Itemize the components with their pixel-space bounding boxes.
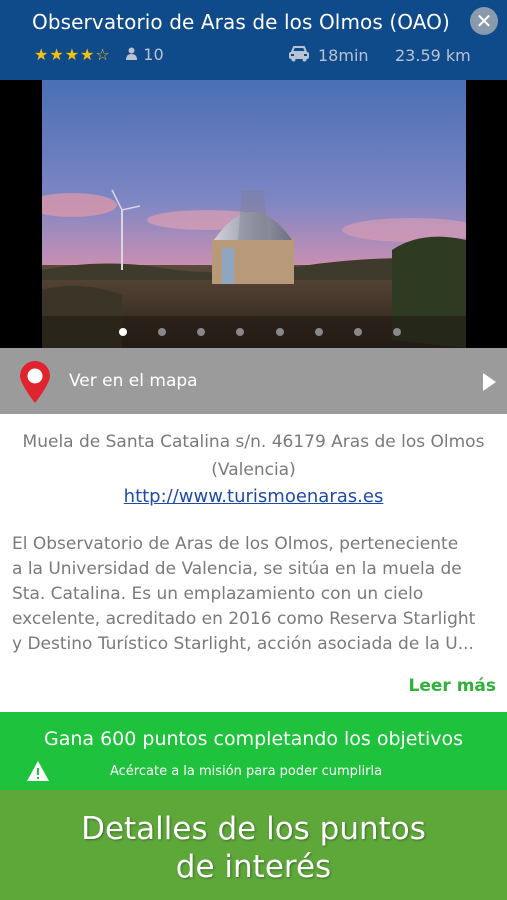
- mission-points-subtitle: Acércate a la misión para poder cumplirl…: [110, 764, 383, 779]
- gallery-dot[interactable]: [197, 328, 205, 336]
- gallery-dot[interactable]: [393, 328, 401, 336]
- photo-gallery[interactable]: [0, 80, 507, 348]
- rating-row: ★★★★☆ 10: [34, 45, 164, 64]
- banner-line: de interés: [175, 849, 332, 885]
- poi-description: El Observatorio de Aras de los Olmos, pe…: [12, 532, 500, 657]
- warning-icon: [27, 761, 49, 781]
- gallery-dot[interactable]: [315, 328, 323, 336]
- rating-stars: ★★★★☆: [34, 45, 111, 64]
- address-line: (Valencia): [211, 460, 296, 480]
- view-on-map-button[interactable]: Ver en el mapa: [0, 348, 507, 414]
- poi-details-banner: Detalles de los puntos de interés: [0, 790, 507, 900]
- mission-points-title: Gana 600 puntos completando los objetivo…: [43, 728, 463, 750]
- poi-address: Muela de Santa Catalina s/n. 46179 Aras …: [0, 428, 507, 484]
- close-icon[interactable]: ✕: [470, 7, 498, 35]
- gallery-dot[interactable]: [354, 328, 362, 336]
- gallery-dot[interactable]: [158, 328, 166, 336]
- user-icon: [125, 47, 137, 64]
- description-line: El Observatorio de Aras de los Olmos, pe…: [12, 534, 459, 554]
- poi-title: Observatorio de Aras de los Olmos (OAO): [32, 10, 450, 34]
- mission-points-bar: Gana 600 puntos completando los objetivo…: [0, 712, 507, 790]
- gallery-dot[interactable]: [119, 328, 127, 336]
- chevron-right-icon: [483, 373, 496, 391]
- gallery-dot[interactable]: [236, 328, 244, 336]
- observatory-photo[interactable]: [42, 80, 466, 348]
- distance: 23.59 km: [395, 46, 471, 65]
- description-line: y Destino Turístico Starlight, acción as…: [12, 634, 474, 654]
- poi-header: Observatorio de Aras de los Olmos (OAO) …: [0, 0, 507, 80]
- website-link[interactable]: http://www.turismoenaras.es: [0, 486, 507, 507]
- read-more-link[interactable]: Leer más: [409, 676, 497, 696]
- description-line: a la Universidad de Valencia, se sitúa e…: [12, 559, 462, 579]
- travel-time: 18min: [318, 46, 369, 65]
- gallery-dot[interactable]: [276, 328, 284, 336]
- review-count: 10: [143, 45, 164, 64]
- map-pin-icon: [20, 361, 50, 403]
- view-on-map-label: Ver en el mapa: [69, 371, 198, 391]
- car-icon: [289, 46, 309, 62]
- description-line: excelente, acreditado en 2016 como Reser…: [12, 609, 476, 629]
- gallery-pagination: [0, 328, 507, 342]
- address-line: Muela de Santa Catalina s/n. 46179 Aras …: [22, 432, 485, 452]
- banner-line: Detalles de los puntos: [81, 811, 426, 847]
- description-line: Sta. Catalina. Es un emplazamiento con u…: [12, 584, 424, 604]
